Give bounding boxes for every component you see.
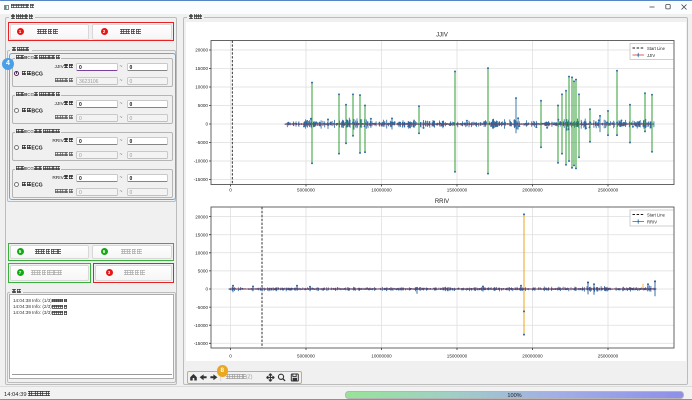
svg-text:25000000: 25000000: [598, 188, 619, 193]
svg-text:0: 0: [205, 122, 208, 127]
svg-text:20000000: 20000000: [522, 354, 543, 359]
svg-text:RRIV: RRIV: [435, 199, 449, 205]
svg-text:-10000: -10000: [194, 159, 209, 164]
svg-text:10000000: 10000000: [371, 354, 392, 359]
svg-text:15000: 15000: [195, 232, 208, 237]
svg-text:15000000: 15000000: [447, 354, 468, 359]
svg-text:5000: 5000: [198, 103, 209, 108]
svg-text:-15000: -15000: [194, 341, 209, 346]
svg-text:20000: 20000: [195, 214, 208, 219]
svg-text:20000000: 20000000: [522, 188, 543, 193]
svg-text:JJIV: JJIV: [436, 33, 448, 39]
svg-text:15000000: 15000000: [447, 188, 468, 193]
svg-text:5000000: 5000000: [297, 354, 315, 359]
svg-text:10000: 10000: [195, 251, 208, 256]
svg-text:20000: 20000: [195, 48, 208, 53]
svg-text:5000: 5000: [198, 269, 209, 274]
svg-text:10000: 10000: [195, 85, 208, 90]
svg-text:5000000: 5000000: [297, 188, 315, 193]
svg-text:0: 0: [229, 354, 232, 359]
svg-text:RRIV: RRIV: [647, 219, 657, 224]
svg-text:Start Line: Start Line: [647, 212, 666, 217]
svg-text:-5000: -5000: [196, 140, 208, 145]
svg-text:Start Line: Start Line: [647, 46, 666, 51]
svg-text:-5000: -5000: [196, 305, 208, 310]
svg-text:JJIV: JJIV: [647, 53, 655, 58]
svg-text:15000: 15000: [195, 66, 208, 71]
svg-text:10000000: 10000000: [371, 188, 392, 193]
svg-text:0: 0: [229, 188, 232, 193]
svg-text:0: 0: [205, 287, 208, 292]
svg-text:25000000: 25000000: [598, 354, 619, 359]
svg-text:-15000: -15000: [194, 177, 209, 182]
svg-text:-10000: -10000: [194, 323, 209, 328]
